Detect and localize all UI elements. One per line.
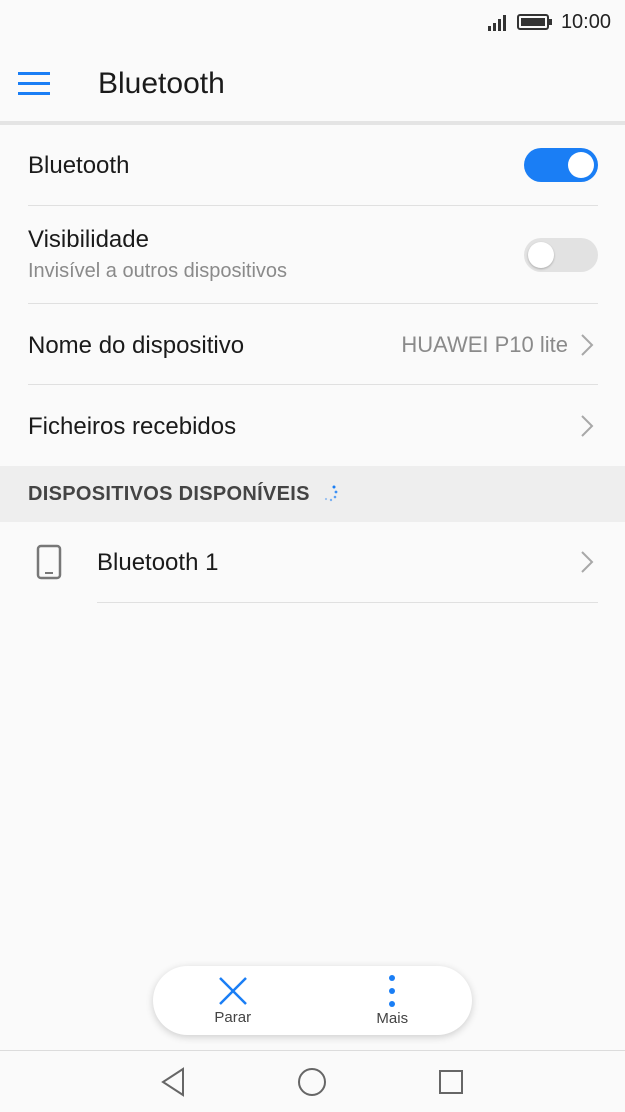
bluetooth-label: Bluetooth: [28, 152, 130, 179]
visibility-setting-row[interactable]: Visibilidade Invisível a outros disposit…: [28, 206, 598, 304]
loading-spinner-icon: [324, 485, 338, 502]
more-button[interactable]: Mais: [313, 966, 473, 1035]
visibility-subtitle: Invisível a outros dispositivos: [28, 260, 288, 282]
bottom-action-bar: Parar Mais: [153, 966, 472, 1035]
chevron-right-icon: [581, 414, 594, 437]
close-icon: [218, 977, 247, 1005]
available-devices-header: DISPOSITIVOS DISPONÍVEIS: [0, 466, 625, 522]
stop-label: Parar: [214, 1009, 252, 1026]
list-item[interactable]: Bluetooth 1: [0, 522, 625, 602]
menu-button[interactable]: [0, 44, 98, 124]
page-title: Bluetooth: [98, 67, 225, 100]
chevron-right-icon: [581, 333, 594, 356]
status-time: 10:00: [560, 10, 611, 33]
device-name-value: HUAWEI P10 lite: [401, 331, 568, 357]
recents-square-icon: [439, 1070, 463, 1094]
battery-icon: [516, 14, 552, 30]
visibility-label: Visibilidade: [28, 226, 149, 253]
system-nav-bar: [0, 1051, 625, 1112]
received-files-label: Ficheiros recebidos: [28, 413, 237, 440]
hamburger-menu-icon: [18, 72, 50, 95]
toggle-knob: [568, 152, 594, 178]
more-vertical-icon: [389, 975, 396, 1007]
more-label: Mais: [376, 1010, 409, 1027]
divider: [97, 602, 598, 603]
app-bar: Bluetooth: [0, 44, 625, 124]
home-circle-icon: [298, 1068, 326, 1096]
device-name: Bluetooth 1: [97, 549, 219, 576]
back-triangle-icon: [161, 1067, 184, 1097]
section-title: DISPOSITIVOS DISPONÍVEIS: [28, 482, 310, 505]
chevron-right-icon: [581, 551, 594, 573]
stop-button[interactable]: Parar: [153, 966, 313, 1035]
received-files-row[interactable]: Ficheiros recebidos: [28, 385, 598, 466]
signal-icon: [487, 15, 506, 31]
bluetooth-toggle[interactable]: [524, 148, 598, 182]
device-name-label: Nome do dispositivo: [28, 332, 245, 359]
bluetooth-setting-row[interactable]: Bluetooth: [28, 126, 598, 206]
device-name-row[interactable]: Nome do dispositivo HUAWEI P10 lite: [28, 304, 598, 385]
visibility-toggle[interactable]: [524, 238, 598, 272]
back-button[interactable]: [156, 1065, 190, 1099]
phone-icon: [36, 544, 62, 580]
recents-button[interactable]: [434, 1065, 468, 1099]
toggle-knob: [528, 242, 554, 268]
home-button[interactable]: [295, 1065, 329, 1099]
status-bar: 10:00: [0, 0, 625, 44]
app-bar-divider: [0, 121, 625, 125]
